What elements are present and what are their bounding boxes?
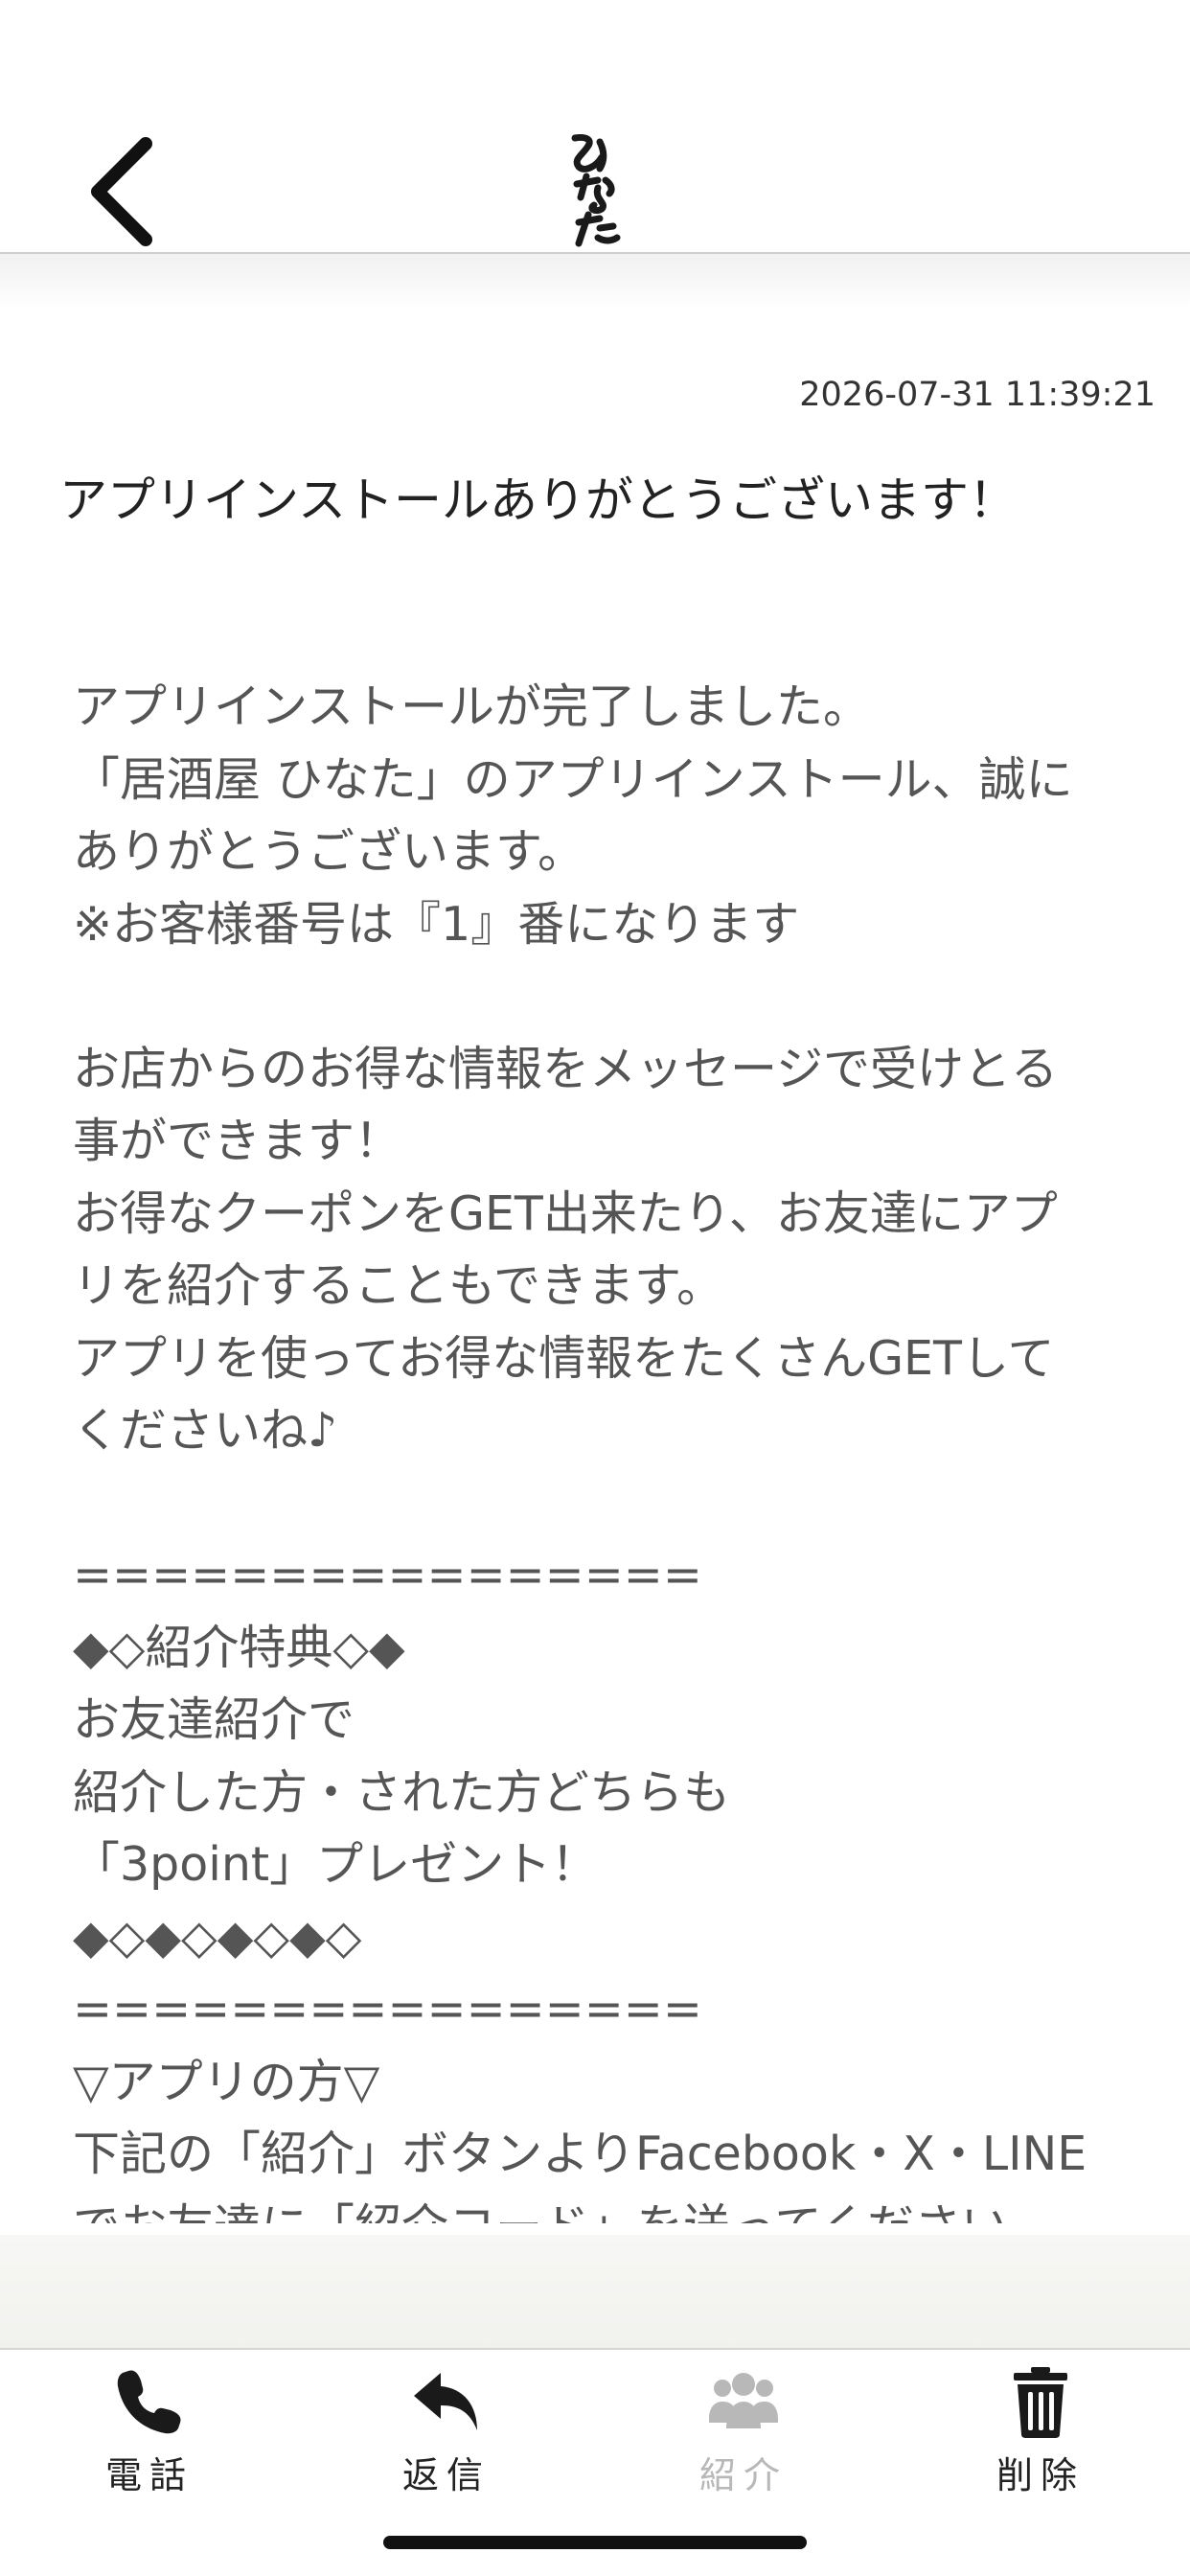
paper-texture-top — [0, 254, 1190, 308]
chevron-left-icon — [91, 137, 152, 246]
phone-button-label: 電話 — [104, 2454, 194, 2496]
delete-button-label: 削除 — [995, 2454, 1085, 2496]
phone-button[interactable]: 電話 — [44, 2363, 255, 2517]
reply-button[interactable]: 返信 — [341, 2363, 552, 2517]
paper-texture-bottom — [0, 2235, 1190, 2348]
share-button[interactable]: 紹介 — [638, 2363, 849, 2517]
home-indicator[interactable] — [383, 2536, 807, 2549]
message-body: アプリインストールが完了しました。 「居酒屋 ひなた」のアプリインストール、誠に… — [73, 679, 1087, 2223]
message-title: アプリインストールありがとうございます！ — [59, 472, 1017, 528]
back-button[interactable] — [77, 134, 172, 249]
phone-icon — [117, 2370, 181, 2434]
reply-button-label: 返信 — [401, 2454, 491, 2496]
shop-logo — [550, 130, 646, 253]
users-icon — [709, 2373, 778, 2428]
delete-button[interactable]: 削除 — [935, 2363, 1146, 2517]
reply-icon — [414, 2373, 477, 2430]
message-timestamp: 2026-07-31 11:39:21 — [799, 376, 1156, 414]
app-header — [0, 0, 1190, 254]
share-button-label: 紹介 — [698, 2454, 788, 2496]
trash-icon — [1014, 2367, 1067, 2438]
